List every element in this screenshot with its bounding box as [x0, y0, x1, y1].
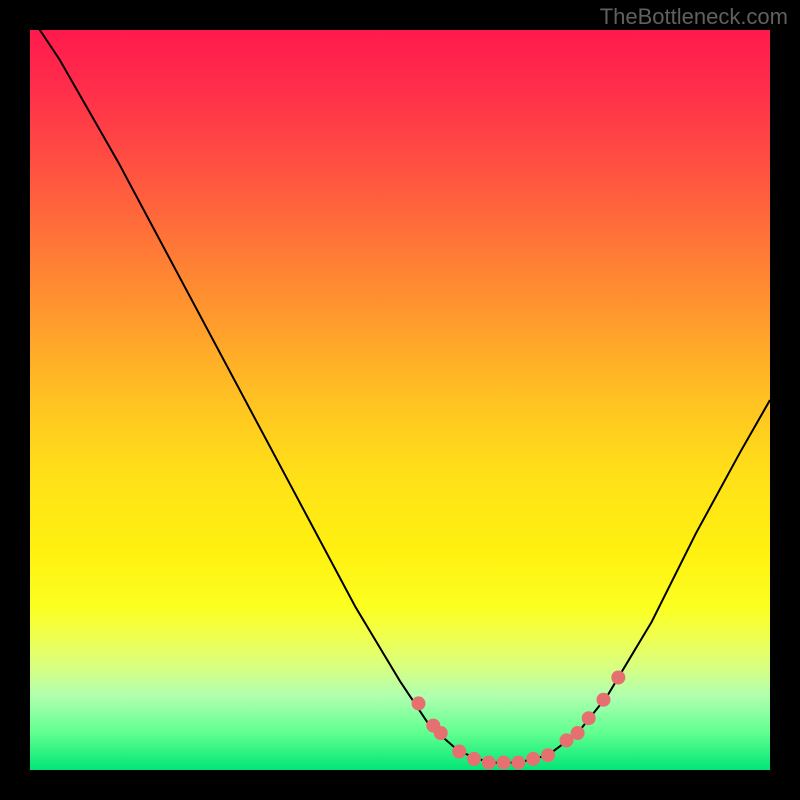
data-marker — [482, 756, 496, 770]
data-marker — [412, 696, 426, 710]
data-marker — [467, 752, 481, 766]
data-marker — [452, 745, 466, 759]
chart-plot-area — [30, 30, 770, 770]
data-marker — [434, 726, 448, 740]
data-marker — [597, 693, 611, 707]
attribution-text: TheBottleneck.com — [600, 4, 788, 30]
data-marker — [526, 752, 540, 766]
data-marker — [582, 711, 596, 725]
data-marker — [541, 748, 555, 762]
chart-svg — [30, 30, 770, 770]
data-marker — [497, 756, 511, 770]
data-marker — [611, 671, 625, 685]
data-marker — [511, 756, 525, 770]
data-markers — [412, 671, 626, 770]
data-marker — [571, 726, 585, 740]
bottleneck-curve — [30, 15, 770, 762]
